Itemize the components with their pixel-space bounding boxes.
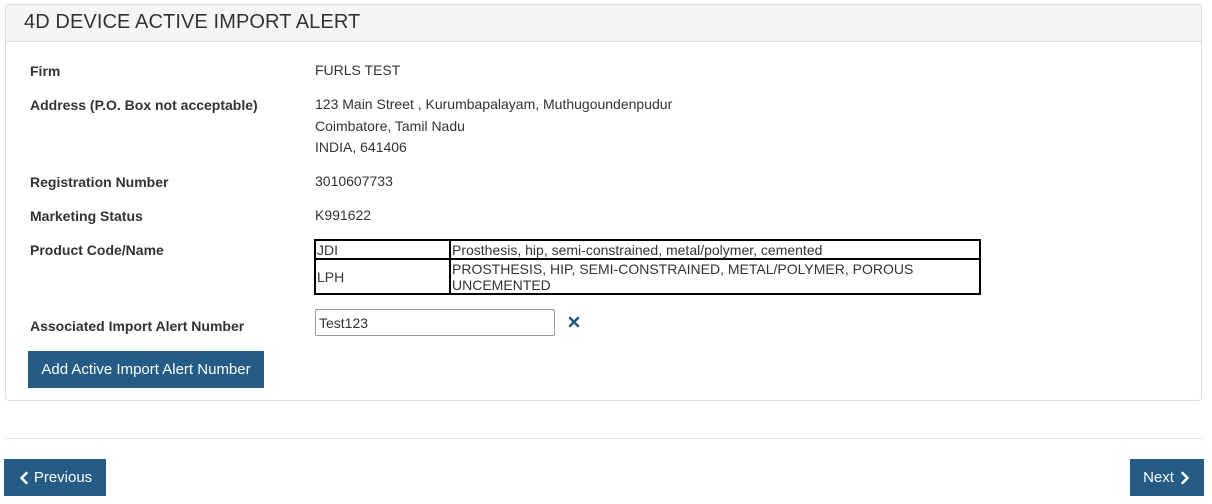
previous-button[interactable]: Previous xyxy=(4,459,106,496)
alert-number-input[interactable] xyxy=(315,309,555,336)
divider xyxy=(5,438,1203,439)
next-label: Next xyxy=(1143,469,1174,486)
alert-number-label: Associated Import Alert Number xyxy=(30,318,245,334)
table-row: LPH PROSTHESIS, HIP, SEMI-CONSTRAINED, M… xyxy=(314,258,981,295)
next-button[interactable]: Next xyxy=(1130,459,1204,496)
product-code-cell: JDI xyxy=(314,239,451,260)
product-name-cell: Prosthesis, hip, semi-constrained, metal… xyxy=(449,239,981,260)
chevron-right-icon xyxy=(1179,471,1191,485)
table-row: JDI Prosthesis, hip, semi-constrained, m… xyxy=(314,239,981,260)
close-icon[interactable] xyxy=(567,315,581,329)
address-line-3: INDIA, 641406 xyxy=(315,139,407,155)
marketing-status-label: Marketing Status xyxy=(30,208,143,224)
registration-label: Registration Number xyxy=(30,174,169,190)
firm-value: FURLS TEST xyxy=(315,62,401,78)
import-alert-panel: 4D DEVICE ACTIVE IMPORT ALERT Firm FURLS… xyxy=(5,4,1202,401)
address-value: 123 Main Street , Kurumbapalayam, Muthug… xyxy=(315,94,672,159)
address-label: Address (P.O. Box not acceptable) xyxy=(30,97,258,113)
registration-value: 3010607733 xyxy=(315,173,393,189)
address-line-1: 123 Main Street , Kurumbapalayam, Muthug… xyxy=(315,96,673,112)
add-import-alert-button[interactable]: Add Active Import Alert Number xyxy=(28,351,264,388)
previous-label: Previous xyxy=(33,469,93,486)
product-code-label: Product Code/Name xyxy=(30,242,164,258)
product-code-table: JDI Prosthesis, hip, semi-constrained, m… xyxy=(314,239,981,295)
address-line-2: Coimbatore, Tamil Nadu xyxy=(315,117,465,134)
product-name-cell: PROSTHESIS, HIP, SEMI-CONSTRAINED, METAL… xyxy=(449,258,981,295)
marketing-status-value: K991622 xyxy=(315,207,372,223)
firm-label: Firm xyxy=(30,63,61,79)
panel-title: 4D DEVICE ACTIVE IMPORT ALERT xyxy=(6,5,1201,42)
product-code-cell: LPH xyxy=(314,258,451,295)
chevron-left-icon xyxy=(18,471,30,485)
